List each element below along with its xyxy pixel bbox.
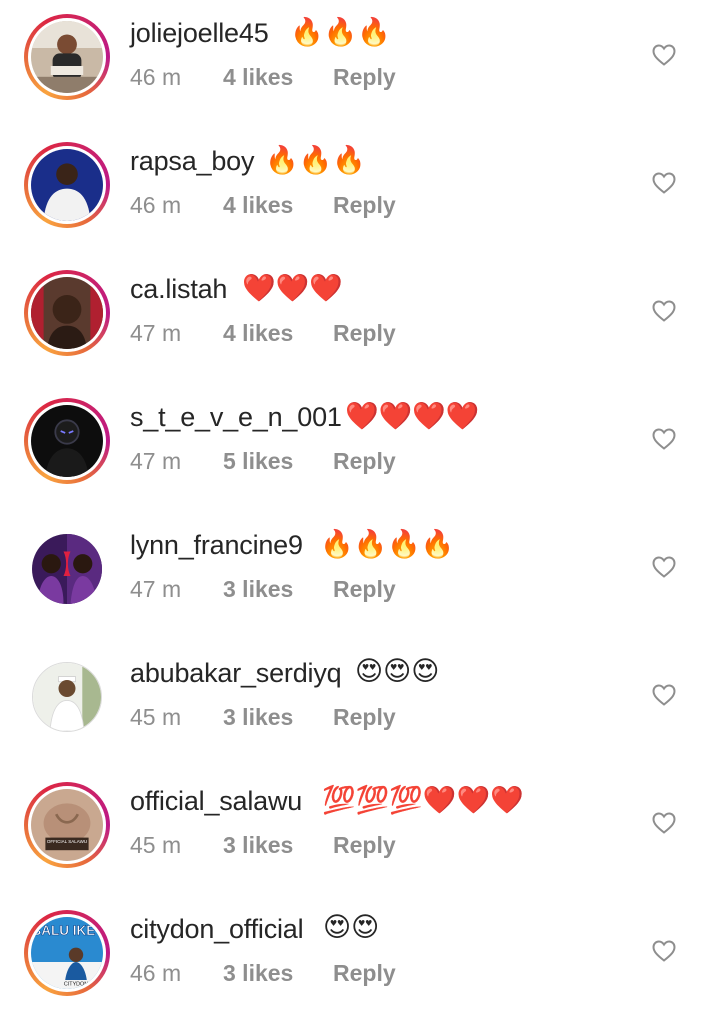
comment-time: 47 m <box>130 576 182 602</box>
comment-text: ❤️❤️❤️ <box>242 273 343 304</box>
comment-likes[interactable]: 4 likes <box>223 320 293 347</box>
salawu-watermark-text: OFFICIAL SALAWU <box>47 839 87 844</box>
heart-outline-icon[interactable] <box>652 300 676 322</box>
reply-button[interactable]: Reply <box>333 320 396 347</box>
comment-time: 47 m <box>130 320 182 346</box>
comment-username[interactable]: ca.listah <box>130 274 227 305</box>
heart-outline-icon[interactable] <box>652 940 676 962</box>
avatar-story-ring[interactable] <box>24 398 110 484</box>
comment-row: OFFICIAL SALAWU official_salawu 💯💯💯❤️❤️❤… <box>0 768 720 896</box>
avatar-wrapper[interactable] <box>24 654 110 740</box>
comment-row: abubakar_serdiyq 😍😍😍 45 m 3 likes Reply <box>0 640 720 768</box>
avatar-story-ring[interactable]: BALU IKE CITYDON <box>24 910 110 996</box>
comment-time: 45 m <box>130 832 182 858</box>
comment-username[interactable]: abubakar_serdiyq <box>130 658 342 689</box>
comment-username[interactable]: citydon_official <box>130 914 304 945</box>
avatar-wrapper[interactable] <box>24 526 110 612</box>
comment-row: BALU IKE CITYDON citydon_official 😍😍 46 m… <box>0 896 720 1024</box>
comment-row: s_t_e_v_e_n_001 ❤️❤️❤️❤️ 47 m 5 likes Re… <box>0 384 720 512</box>
heart-outline-icon[interactable] <box>652 172 676 194</box>
avatar[interactable]: BALU IKE CITYDON <box>31 917 103 989</box>
reply-button[interactable]: Reply <box>333 960 396 987</box>
comment-row: joliejoelle45 🔥🔥🔥 46 m 4 likes Reply <box>0 0 720 128</box>
comment-row: lynn_francine9 🔥🔥🔥🔥 47 m 3 likes Reply <box>0 512 720 640</box>
avatar-story-ring[interactable] <box>24 14 110 100</box>
comment-list: joliejoelle45 🔥🔥🔥 46 m 4 likes Reply rap… <box>0 0 720 1024</box>
avatar[interactable] <box>31 21 103 93</box>
comment-text: ❤️❤️❤️❤️ <box>345 401 480 432</box>
avatar[interactable] <box>31 405 103 477</box>
citydon-title-text: BALU IKE <box>32 923 96 938</box>
reply-button[interactable]: Reply <box>333 576 396 603</box>
avatar[interactable]: OFFICIAL SALAWU <box>31 789 103 861</box>
comment-likes[interactable]: 3 likes <box>223 704 293 731</box>
comment-text: 😍😍😍 <box>355 656 440 687</box>
avatar[interactable] <box>32 662 102 732</box>
avatar[interactable] <box>32 534 102 604</box>
avatar-story-ring[interactable] <box>24 142 110 228</box>
comment-row: rapsa_boy 🔥🔥🔥 46 m 4 likes Reply <box>0 128 720 256</box>
comment-likes[interactable]: 4 likes <box>223 64 293 91</box>
comment-username[interactable]: s_t_e_v_e_n_001 <box>130 402 342 433</box>
heart-outline-icon[interactable] <box>652 556 676 578</box>
avatar-story-ring[interactable] <box>24 270 110 356</box>
comment-text: 🔥🔥🔥 <box>290 17 391 48</box>
reply-button[interactable]: Reply <box>333 64 396 91</box>
heart-outline-icon[interactable] <box>652 684 676 706</box>
comment-username[interactable]: rapsa_boy <box>130 146 254 177</box>
comment-likes[interactable]: 3 likes <box>223 960 293 987</box>
comment-row: ca.listah ❤️❤️❤️ 47 m 4 likes Reply <box>0 256 720 384</box>
reply-button[interactable]: Reply <box>333 704 396 731</box>
avatar[interactable] <box>31 149 103 221</box>
comment-text: 🔥🔥🔥🔥 <box>320 529 455 560</box>
heart-outline-icon[interactable] <box>652 812 676 834</box>
comment-likes[interactable]: 5 likes <box>223 448 293 475</box>
comment-likes[interactable]: 3 likes <box>223 832 293 859</box>
comment-text: 😍😍 <box>323 912 380 943</box>
comment-text: 🔥🔥🔥 <box>265 145 366 176</box>
comment-username[interactable]: official_salawu <box>130 786 302 817</box>
comment-time: 46 m <box>130 64 182 90</box>
reply-button[interactable]: Reply <box>333 832 396 859</box>
reply-button[interactable]: Reply <box>333 192 396 219</box>
comment-time: 46 m <box>130 960 182 986</box>
avatar[interactable] <box>31 277 103 349</box>
comment-time: 47 m <box>130 448 182 474</box>
comment-username[interactable]: lynn_francine9 <box>130 530 303 561</box>
avatar-story-ring[interactable]: OFFICIAL SALAWU <box>24 782 110 868</box>
heart-outline-icon[interactable] <box>652 44 676 66</box>
comment-time: 45 m <box>130 704 182 730</box>
citydon-name-text: CITYDON <box>64 981 88 987</box>
comment-time: 46 m <box>130 192 182 218</box>
comment-likes[interactable]: 4 likes <box>223 192 293 219</box>
heart-outline-icon[interactable] <box>652 428 676 450</box>
comment-text: 💯💯💯❤️❤️❤️ <box>322 785 524 816</box>
reply-button[interactable]: Reply <box>333 448 396 475</box>
comment-likes[interactable]: 3 likes <box>223 576 293 603</box>
comment-username[interactable]: joliejoelle45 <box>130 18 269 49</box>
